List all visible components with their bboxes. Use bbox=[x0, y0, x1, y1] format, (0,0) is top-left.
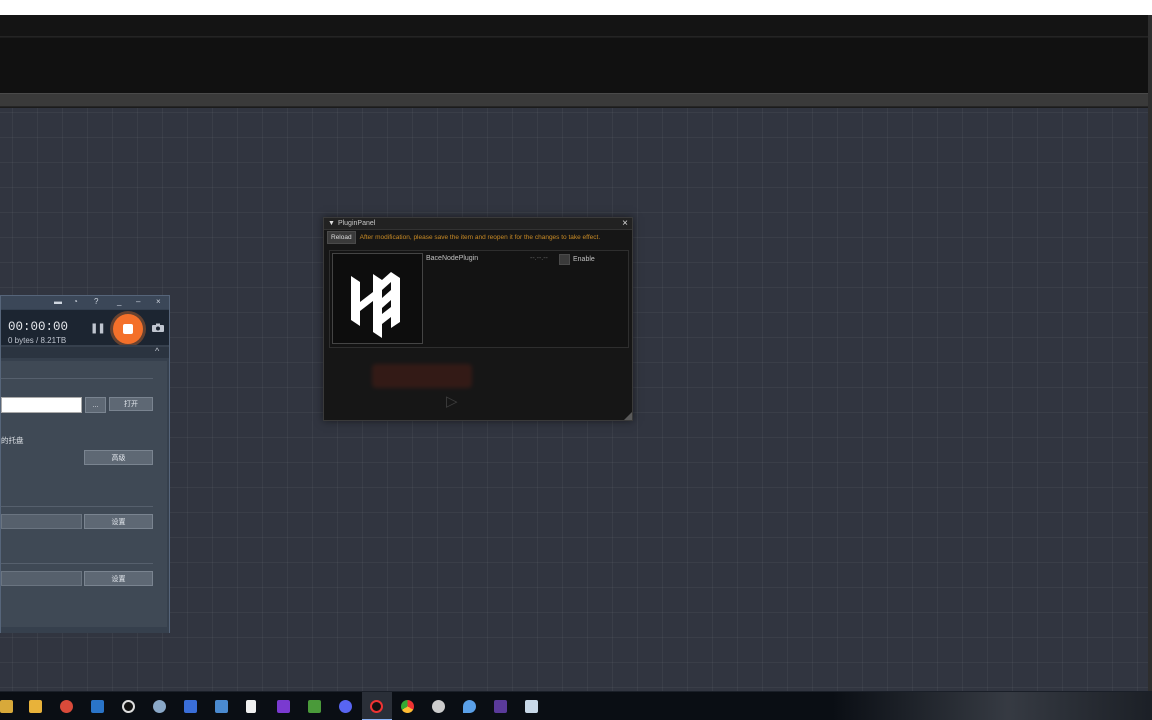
background-node-ghost: ▷ bbox=[372, 364, 472, 414]
terminal-icon[interactable] bbox=[494, 700, 507, 713]
reload-button[interactable]: Reload bbox=[327, 230, 356, 244]
settings-panel: ... 打开 的托盘 高级 设置 设置 bbox=[1, 361, 167, 627]
maximize-icon[interactable]: – bbox=[136, 297, 140, 306]
resize-grip[interactable] bbox=[624, 412, 632, 420]
plugin-panel-title: PluginPanel bbox=[337, 220, 376, 227]
record-size: 0 bytes / 8.21TB bbox=[8, 336, 67, 345]
explorer-icon[interactable] bbox=[0, 700, 13, 713]
folder-icon[interactable]: ▬ bbox=[54, 297, 62, 306]
camera-icon[interactable] bbox=[152, 323, 164, 332]
divider bbox=[1, 506, 153, 507]
recorder-icon[interactable] bbox=[370, 700, 383, 713]
recorder-status: 00:00:00 0 bytes / 8.21TB ❚❚ bbox=[1, 310, 169, 345]
plugin-row: BaceNodePlugin --.--.-- Enable bbox=[329, 250, 629, 348]
sheet-icon[interactable] bbox=[215, 700, 228, 713]
play-icon: ▷ bbox=[446, 393, 458, 410]
advanced-button[interactable]: 高级 bbox=[84, 450, 153, 465]
hotkey-field[interactable] bbox=[1, 514, 82, 529]
drop-icon[interactable] bbox=[463, 700, 476, 713]
settings-button[interactable]: 设置 bbox=[84, 571, 153, 586]
close-icon[interactable]: × bbox=[622, 218, 628, 229]
stop-record-button[interactable] bbox=[113, 314, 143, 344]
path-input[interactable] bbox=[1, 397, 82, 413]
plugin-version: --.--.-- bbox=[530, 255, 548, 262]
paint-icon[interactable] bbox=[153, 700, 166, 713]
pause-icon[interactable]: ❚❚ bbox=[90, 323, 106, 334]
minecraft-icon[interactable] bbox=[308, 700, 321, 713]
chevron-up-icon[interactable]: ^ bbox=[155, 346, 159, 356]
window-border bbox=[1148, 15, 1152, 691]
plugin-name: BaceNodePlugin bbox=[426, 255, 479, 262]
user-icon[interactable] bbox=[184, 700, 197, 713]
taskbar bbox=[0, 691, 1152, 720]
plugin-panel-titlebar[interactable]: ▼ PluginPanel × bbox=[324, 218, 632, 230]
output-field[interactable] bbox=[1, 571, 82, 586]
minimize-icon[interactable]: _ bbox=[117, 297, 121, 306]
ghost-node-header bbox=[372, 364, 472, 388]
title-bar bbox=[0, 15, 1152, 37]
close-icon[interactable]: × bbox=[156, 297, 161, 306]
window-icon[interactable] bbox=[525, 700, 538, 713]
divider bbox=[1, 378, 153, 379]
settings-button[interactable]: 设置 bbox=[84, 514, 153, 529]
open-button[interactable]: 打开 bbox=[109, 397, 153, 411]
record-timer: 00:00:00 bbox=[8, 320, 69, 334]
notepad-icon[interactable] bbox=[246, 700, 256, 713]
collapse-strip[interactable]: ^ bbox=[1, 346, 169, 358]
recorder-body: ^ ... 打开 的托盘 高级 设置 设置 bbox=[1, 345, 169, 633]
plugin-logo-icon bbox=[351, 272, 400, 338]
warning-text: After modification, please save the item… bbox=[359, 233, 601, 241]
panel-separator[interactable] bbox=[0, 93, 1152, 107]
divider bbox=[1, 563, 153, 564]
help-icon[interactable]: ? bbox=[94, 297, 98, 306]
mail-icon[interactable] bbox=[91, 700, 104, 713]
browse-button[interactable]: ... bbox=[85, 397, 106, 413]
app-icon[interactable] bbox=[60, 700, 73, 713]
enable-label: Enable bbox=[573, 256, 595, 263]
game-icon[interactable] bbox=[432, 700, 445, 713]
taskbar-glow bbox=[832, 692, 1152, 720]
plugin-panel[interactable]: ▼ PluginPanel × Reload After modificatio… bbox=[323, 217, 633, 421]
clock-icon[interactable]: ◔ bbox=[73, 297, 78, 306]
enable-checkbox[interactable] bbox=[559, 254, 570, 265]
plugin-panel-toolbar: Reload After modification, please save t… bbox=[324, 230, 632, 244]
plugin-logo bbox=[332, 253, 423, 344]
recorder-window[interactable]: ▬ ◔ ? _ – × 00:00:00 0 bytes / 8.21TB ❚❚… bbox=[0, 295, 170, 633]
stop-icon bbox=[123, 324, 133, 334]
collapse-triangle-icon[interactable]: ▼ bbox=[328, 220, 335, 227]
toolbar bbox=[0, 38, 1152, 93]
chrome-icon[interactable] bbox=[401, 700, 414, 713]
discord-icon[interactable] bbox=[339, 700, 352, 713]
top-edge bbox=[0, 0, 1152, 15]
calculator-icon[interactable] bbox=[29, 700, 42, 713]
visual-studio-icon[interactable] bbox=[277, 700, 290, 713]
record-icon[interactable] bbox=[122, 700, 135, 713]
tray-label: 的托盘 bbox=[1, 436, 24, 445]
recorder-titlebar[interactable]: ▬ ◔ ? _ – × bbox=[1, 296, 169, 309]
